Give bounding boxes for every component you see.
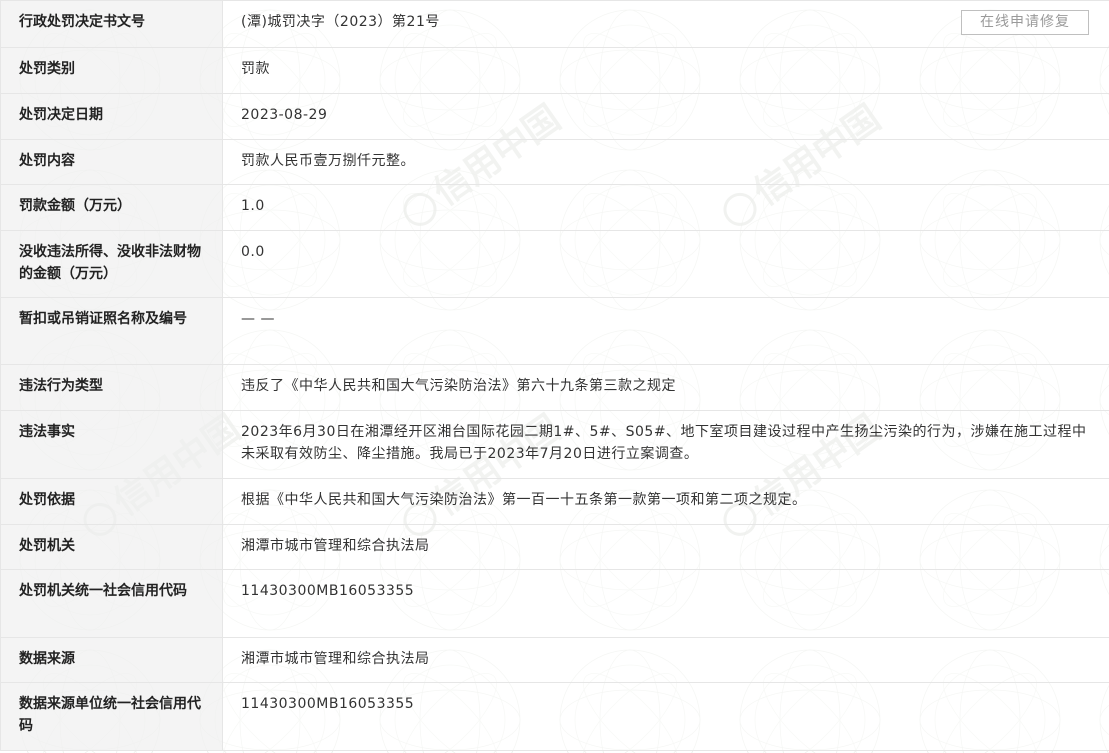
- row-value: 11430300MB16053355: [222, 569, 1109, 638]
- row-label: 处罚依据: [0, 478, 223, 525]
- table-row: 暂扣或吊销证照名称及编号 — —: [0, 297, 1109, 365]
- row-label: 违法行为类型: [0, 364, 223, 411]
- row-value: 2023年6月30日在湘潭经开区湘台国际花园二期1#、5#、S05#、地下室项目…: [222, 410, 1109, 479]
- row-value: 11430300MB16053355: [222, 682, 1109, 751]
- row-label: 没收违法所得、没收非法财物的金额（万元）: [0, 230, 223, 298]
- table-row: 数据来源 湘潭市城市管理和综合执法局: [0, 637, 1109, 683]
- row-label: 数据来源单位统一社会信用代码: [0, 682, 223, 751]
- row-value: 0.0: [222, 230, 1109, 298]
- table-row: 处罚机关统一社会信用代码 11430300MB16053355: [0, 569, 1109, 638]
- row-value: 违反了《中华人民共和国大气污染防治法》第六十九条第三款之规定: [222, 364, 1109, 411]
- row-label: 处罚机关: [0, 524, 223, 570]
- row-value: 湘潭市城市管理和综合执法局: [222, 524, 1109, 570]
- online-repair-button[interactable]: 在线申请修复: [961, 10, 1089, 35]
- row-label: 处罚类别: [0, 47, 223, 94]
- row-label: 罚款金额（万元）: [0, 184, 223, 231]
- row-value: 湘潭市城市管理和综合执法局: [222, 637, 1109, 683]
- penalty-detail-page: 信用中国信用中国信用中国信用中国信用中国 行政处罚决定书文号 (潭)城罚决字（2…: [0, 0, 1109, 753]
- table-row: 处罚内容 罚款人民币壹万捌仟元整。: [0, 139, 1109, 185]
- row-value: 罚款: [222, 47, 1109, 94]
- row-value: 1.0: [222, 184, 1109, 231]
- row-value: 根据《中华人民共和国大气污染防治法》第一百一十五条第一款第一项和第二项之规定。: [222, 478, 1109, 525]
- row-label: 暂扣或吊销证照名称及编号: [0, 297, 223, 365]
- table-row: 罚款金额（万元） 1.0: [0, 184, 1109, 231]
- row-label: 处罚决定日期: [0, 93, 223, 140]
- table-row: 行政处罚决定书文号 (潭)城罚决字（2023）第21号: [0, 0, 1109, 48]
- row-value: 罚款人民币壹万捌仟元整。: [222, 139, 1109, 185]
- table-row: 处罚类别 罚款: [0, 47, 1109, 94]
- table-row: 处罚依据 根据《中华人民共和国大气污染防治法》第一百一十五条第一款第一项和第二项…: [0, 478, 1109, 525]
- table-row: 数据来源单位统一社会信用代码 11430300MB16053355: [0, 682, 1109, 751]
- row-label: 处罚机关统一社会信用代码: [0, 569, 223, 638]
- row-label: 处罚内容: [0, 139, 223, 185]
- table-row: 处罚机关 湘潭市城市管理和综合执法局: [0, 524, 1109, 570]
- table-row: 违法事实 2023年6月30日在湘潭经开区湘台国际花园二期1#、5#、S05#、…: [0, 410, 1109, 479]
- row-label: 数据来源: [0, 637, 223, 683]
- row-label: 行政处罚决定书文号: [0, 0, 223, 48]
- table-row: 违法行为类型 违反了《中华人民共和国大气污染防治法》第六十九条第三款之规定: [0, 364, 1109, 411]
- row-label: 违法事实: [0, 410, 223, 479]
- penalty-detail-table: 行政处罚决定书文号 (潭)城罚决字（2023）第21号 处罚类别 罚款 处罚决定…: [0, 0, 1109, 751]
- row-value: — —: [222, 297, 1109, 365]
- table-row: 处罚决定日期 2023-08-29: [0, 93, 1109, 140]
- table-row: 没收违法所得、没收非法财物的金额（万元） 0.0: [0, 230, 1109, 298]
- row-value: 2023-08-29: [222, 93, 1109, 140]
